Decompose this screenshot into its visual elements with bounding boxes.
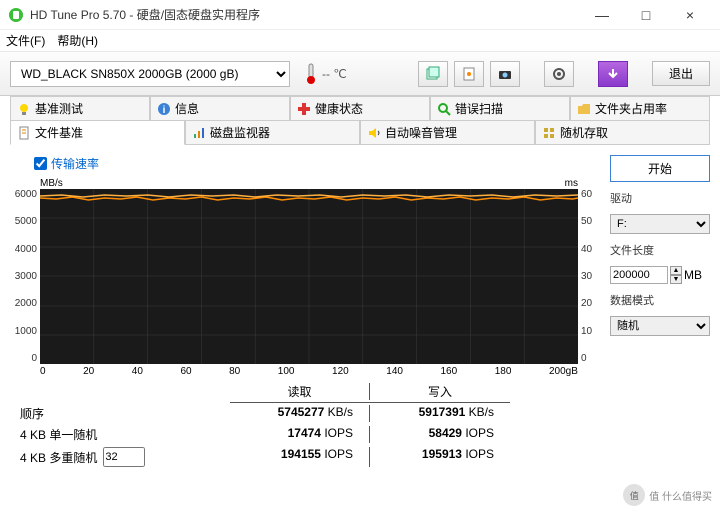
svg-text:i: i: [163, 105, 166, 116]
y-axis-right: 6050403020100: [578, 189, 602, 364]
save-button[interactable]: [598, 61, 628, 87]
maximize-button[interactable]: □: [624, 1, 668, 29]
col-read: 读取: [230, 383, 370, 400]
chart-canvas: [40, 189, 578, 364]
table-row: 4 KB 多重随机 194155 IOPS 195913 IOPS: [20, 445, 602, 469]
file-length-input[interactable]: [610, 266, 668, 284]
file-length-label: 文件长度: [610, 242, 710, 258]
tab-disk-monitor[interactable]: 磁盘监视器: [185, 120, 360, 145]
data-mode-select[interactable]: 随机: [610, 316, 710, 336]
menu-help[interactable]: 帮助(H): [57, 32, 98, 49]
x-axis: 020406080100120140160180200gB: [40, 366, 578, 377]
bulb-icon: [17, 102, 31, 116]
side-panel: 开始 驱动 F: 文件长度 ▲▼ MB 数据模式 随机: [610, 151, 710, 469]
random-icon: [542, 126, 556, 140]
search-icon: [437, 102, 451, 116]
drive-letter-select[interactable]: F:: [610, 214, 710, 234]
thermometer-icon: [304, 63, 318, 85]
tab-folder-usage[interactable]: 文件夹占用率: [570, 96, 710, 121]
toolbar: WD_BLACK SN850X 2000GB (2000 gB) -- ℃ 退出: [0, 52, 720, 96]
tabs: 基准测试 i信息 健康状态 错误扫描 文件夹占用率 文件基准 磁盘监视器 自动噪…: [0, 96, 720, 145]
window-title: HD Tune Pro 5.70 - 硬盘/固态硬盘实用程序: [30, 6, 580, 23]
drive-select[interactable]: WD_BLACK SN850X 2000GB (2000 gB): [10, 61, 290, 87]
file-icon: [17, 126, 31, 140]
transfer-rate-label: 传输速率: [51, 155, 99, 172]
clipboard-icon: [461, 66, 477, 82]
tab-aam[interactable]: 自动噪音管理: [360, 120, 535, 145]
menu-file[interactable]: 文件(F): [6, 32, 45, 49]
y-left-unit: MB/s: [40, 178, 63, 189]
close-button[interactable]: ×: [668, 1, 712, 29]
titlebar: HD Tune Pro 5.70 - 硬盘/固态硬盘实用程序 — □ ×: [0, 0, 720, 30]
app-icon: [8, 7, 24, 23]
folder-icon: [577, 102, 591, 116]
copy-screenshot-button[interactable]: [454, 61, 484, 87]
data-mode-label: 数据模式: [610, 292, 710, 308]
drive-label: 驱动: [610, 190, 710, 206]
tab-info[interactable]: i信息: [150, 96, 290, 121]
info-icon: i: [157, 102, 171, 116]
tab-health[interactable]: 健康状态: [290, 96, 430, 121]
y-right-unit: ms: [565, 178, 578, 189]
chart-icon: [192, 126, 206, 140]
tab-benchmark[interactable]: 基准测试: [10, 96, 150, 121]
tab-random-access[interactable]: 随机存取: [535, 120, 710, 145]
col-write: 写入: [370, 383, 510, 400]
copy-icon: [425, 66, 441, 82]
y-axis-left: 6000500040003000200010000: [10, 189, 40, 364]
table-row: 顺序 5745277 KB/s 5917391 KB/s: [20, 403, 602, 424]
start-button[interactable]: 开始: [610, 155, 710, 182]
settings-button[interactable]: [544, 61, 574, 87]
results-table: 读取 写入 顺序 5745277 KB/s 5917391 KB/s 4 KB …: [20, 383, 602, 469]
watermark-icon: 值: [623, 484, 645, 506]
temperature-display: -- ℃: [304, 63, 347, 85]
tab-error-scan[interactable]: 错误扫描: [430, 96, 570, 121]
copy-info-button[interactable]: [418, 61, 448, 87]
minimize-button[interactable]: —: [580, 1, 624, 29]
file-length-spinner[interactable]: ▲▼: [670, 266, 682, 284]
transfer-rate-checkbox[interactable]: [34, 157, 47, 170]
tab-file-benchmark[interactable]: 文件基准: [10, 120, 185, 145]
table-row: 4 KB 单一随机 17474 IOPS 58429 IOPS: [20, 424, 602, 445]
plus-icon: [297, 102, 311, 116]
speaker-icon: [367, 126, 381, 140]
camera-icon: [497, 66, 513, 82]
queue-depth-spinner[interactable]: [103, 447, 145, 467]
screenshot-button[interactable]: [490, 61, 520, 87]
gear-icon: [551, 66, 567, 82]
exit-button[interactable]: 退出: [652, 61, 710, 86]
save-arrow-icon: [606, 67, 620, 81]
menubar: 文件(F) 帮助(H): [0, 30, 720, 52]
watermark: 值 值 什么值得买: [623, 484, 712, 506]
